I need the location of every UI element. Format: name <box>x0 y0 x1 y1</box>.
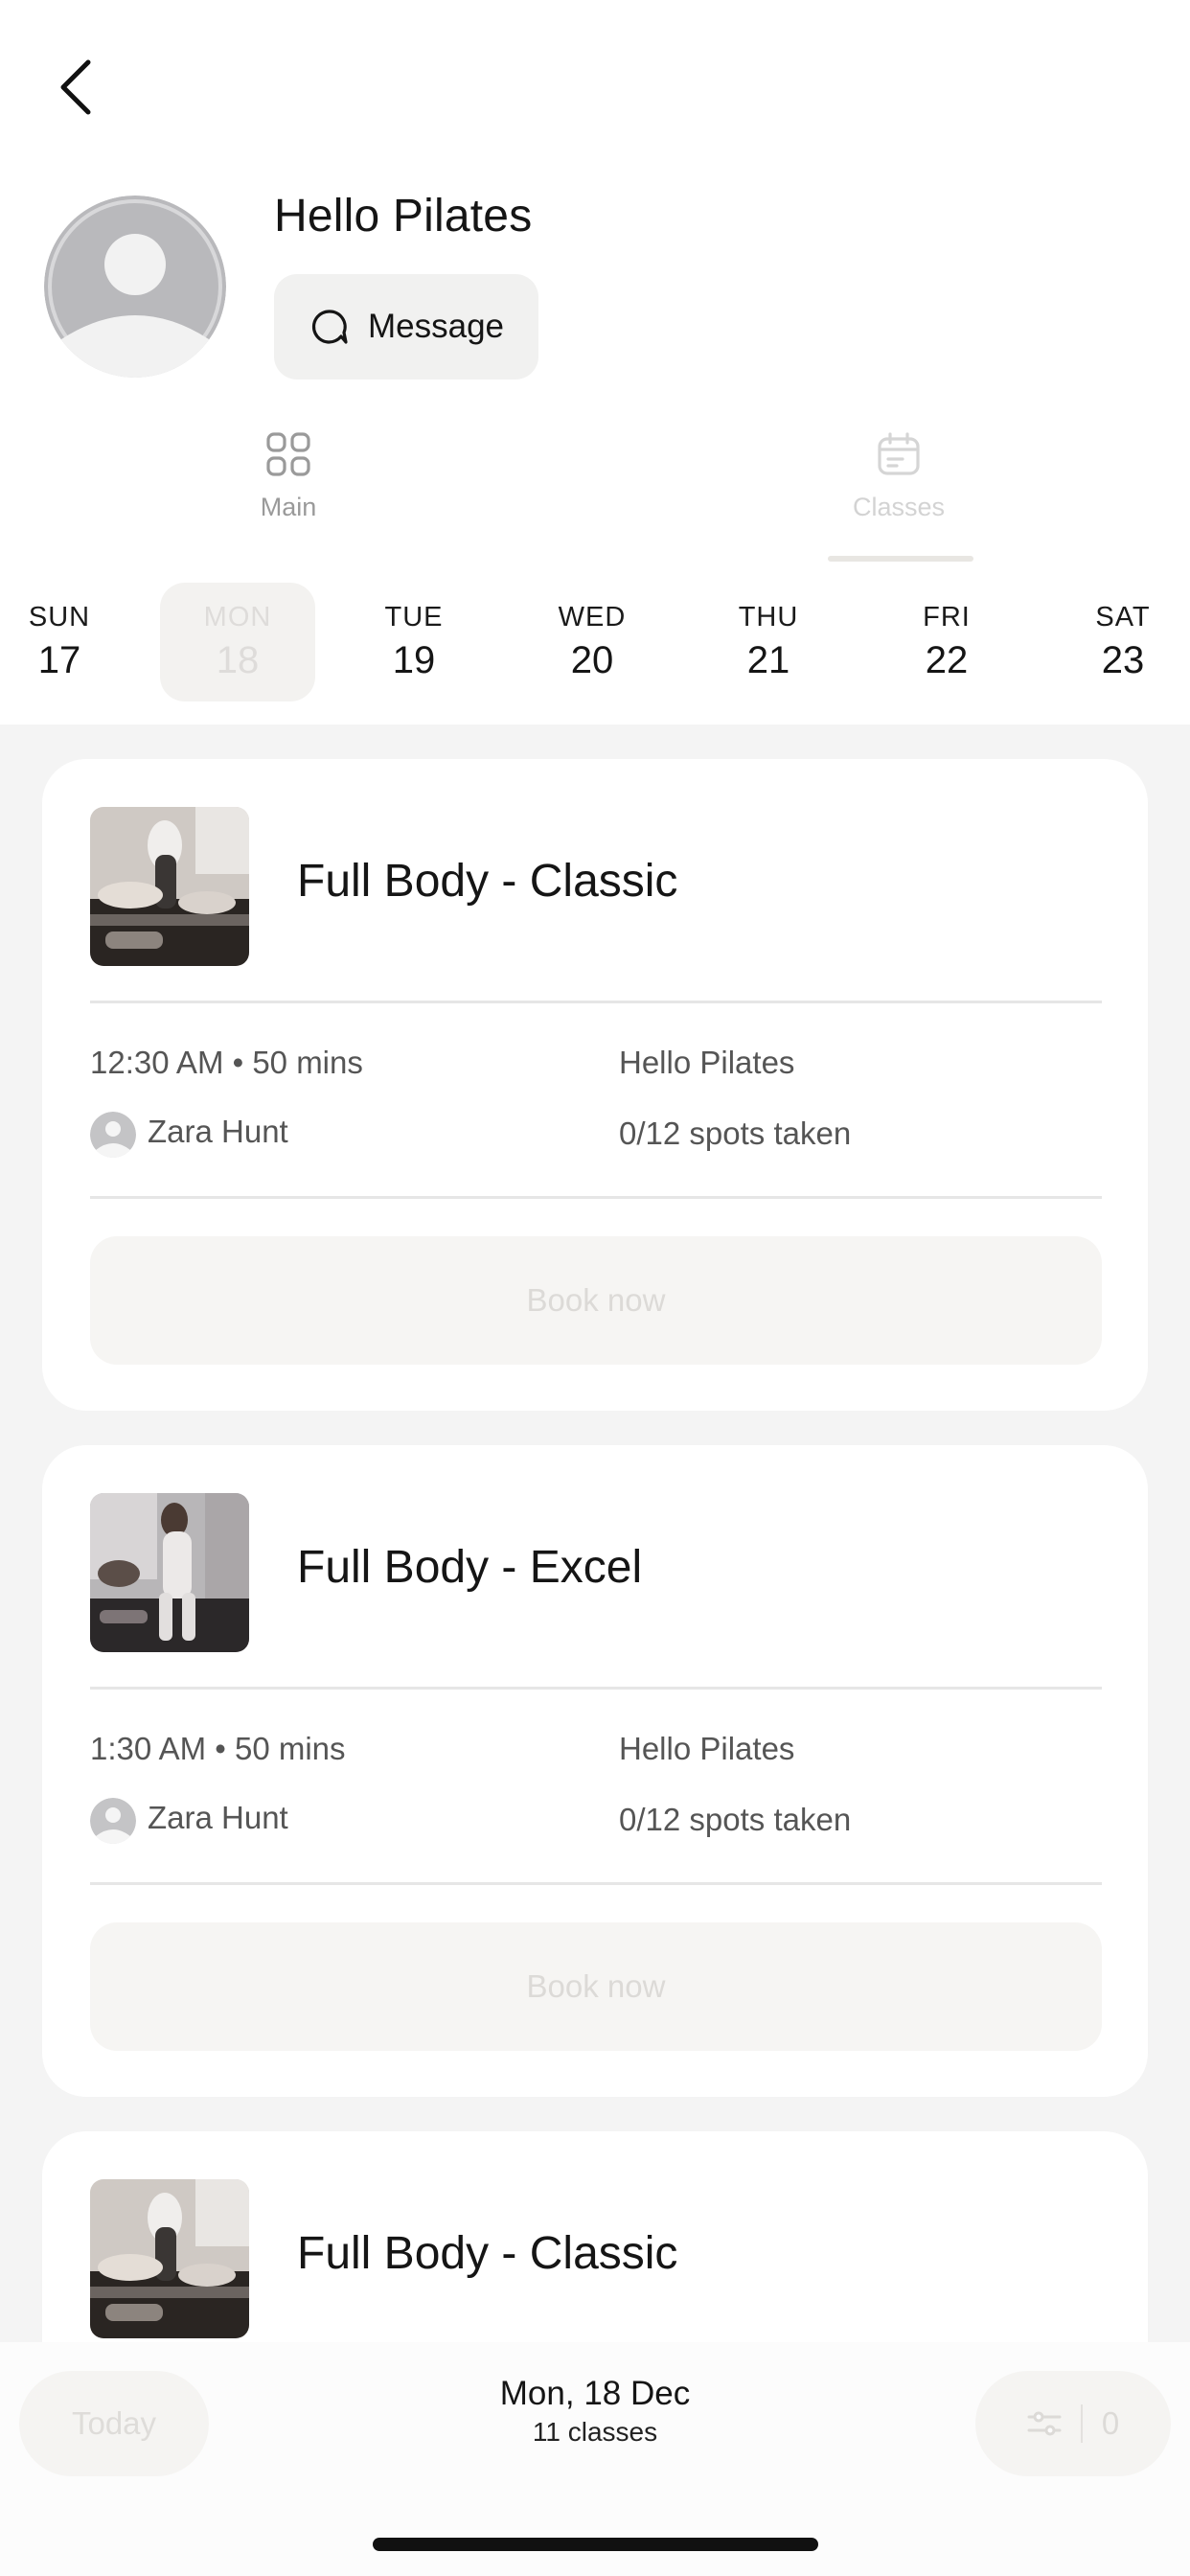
filter-count: 0 <box>1101 2405 1120 2441</box>
class-card[interactable]: Full Body - Excel 1:30 AM • 50 mins Hell… <box>42 1445 1148 2097</box>
class-photo <box>90 1493 249 1652</box>
instructor-name: Zara Hunt <box>148 1114 288 1149</box>
day-name: FRI <box>923 602 971 632</box>
day-name: MON <box>203 602 272 632</box>
instructor-name: Zara Hunt <box>148 1800 288 1835</box>
book-now-button[interactable]: Book now <box>90 1236 1102 1365</box>
tab-classes-label: Classes <box>852 493 946 521</box>
day-date: 17 <box>37 639 81 681</box>
day-name: SUN <box>28 602 91 632</box>
calendar-icon <box>878 432 920 475</box>
class-thumbnail <box>90 1493 249 1652</box>
tab-main-label: Main <box>260 493 317 521</box>
filter-button[interactable]: 0 <box>975 2371 1171 2476</box>
class-title: Full Body - Classic <box>297 2228 678 2279</box>
class-card[interactable]: Full Body - Classic 12:30 AM • 50 mins H… <box>42 759 1148 1411</box>
class-thumbnail <box>90 2179 249 2338</box>
sliders-icon <box>1027 2411 1062 2436</box>
class-location: Hello Pilates <box>619 1045 795 1080</box>
tab-classes[interactable]: Classes <box>822 431 975 522</box>
class-photo <box>90 2179 249 2338</box>
day-date: 20 <box>570 639 614 681</box>
day-sat[interactable]: SAT 23 <box>1045 583 1190 702</box>
class-thumbnail <box>90 807 249 966</box>
book-now-button[interactable]: Book now <box>90 1922 1102 2051</box>
message-button-label: Message <box>368 308 505 345</box>
day-date: 23 <box>1101 639 1145 681</box>
instructor-avatar <box>90 1798 136 1844</box>
tab-main[interactable]: Main <box>212 431 365 522</box>
user-icon <box>90 1798 136 1844</box>
day-name: TUE <box>384 602 444 632</box>
divider <box>90 1196 1102 1199</box>
user-icon <box>90 1112 136 1158</box>
filter-separator <box>1080 2404 1083 2443</box>
spots-taken: 0/12 spots taken <box>619 1116 852 1151</box>
class-location: Hello Pilates <box>619 1731 795 1766</box>
instructor-avatar <box>90 1112 136 1158</box>
spots-taken: 0/12 spots taken <box>619 1802 852 1837</box>
class-time: 1:30 AM • 50 mins <box>90 1731 346 1766</box>
day-name: WED <box>558 602 627 632</box>
class-photo <box>90 807 249 966</box>
studio-name: Hello Pilates <box>274 191 533 242</box>
active-tab-indicator <box>828 556 973 562</box>
grid-icon <box>266 432 310 476</box>
day-date: 18 <box>216 639 260 681</box>
day-tue[interactable]: TUE 19 <box>336 583 492 702</box>
day-sun[interactable]: SUN 17 <box>0 583 137 702</box>
studio-avatar <box>44 196 226 378</box>
back-button[interactable] <box>46 54 103 121</box>
day-date: 22 <box>925 639 969 681</box>
day-thu[interactable]: THU 21 <box>691 583 846 702</box>
divider <box>90 1000 1102 1003</box>
day-name: THU <box>738 602 799 632</box>
day-name: SAT <box>1095 602 1151 632</box>
divider <box>90 1882 1102 1885</box>
chat-bubble-icon <box>311 310 348 344</box>
day-date: 19 <box>392 639 436 681</box>
day-fri[interactable]: FRI 22 <box>869 583 1024 702</box>
day-wed[interactable]: WED 20 <box>515 583 670 702</box>
home-indicator[interactable] <box>373 2538 818 2551</box>
day-mon[interactable]: MON 18 <box>160 583 315 702</box>
chevron-left-icon <box>60 59 91 115</box>
class-time: 12:30 AM • 50 mins <box>90 1045 363 1080</box>
user-icon <box>44 196 226 378</box>
message-button[interactable]: Message <box>274 274 538 380</box>
day-date: 21 <box>746 639 790 681</box>
class-title: Full Body - Classic <box>297 856 678 907</box>
divider <box>90 1687 1102 1690</box>
profile-header: Hello Pilates Message Main Classes SUN 1… <box>0 0 1190 724</box>
class-title: Full Body - Excel <box>297 1542 643 1593</box>
